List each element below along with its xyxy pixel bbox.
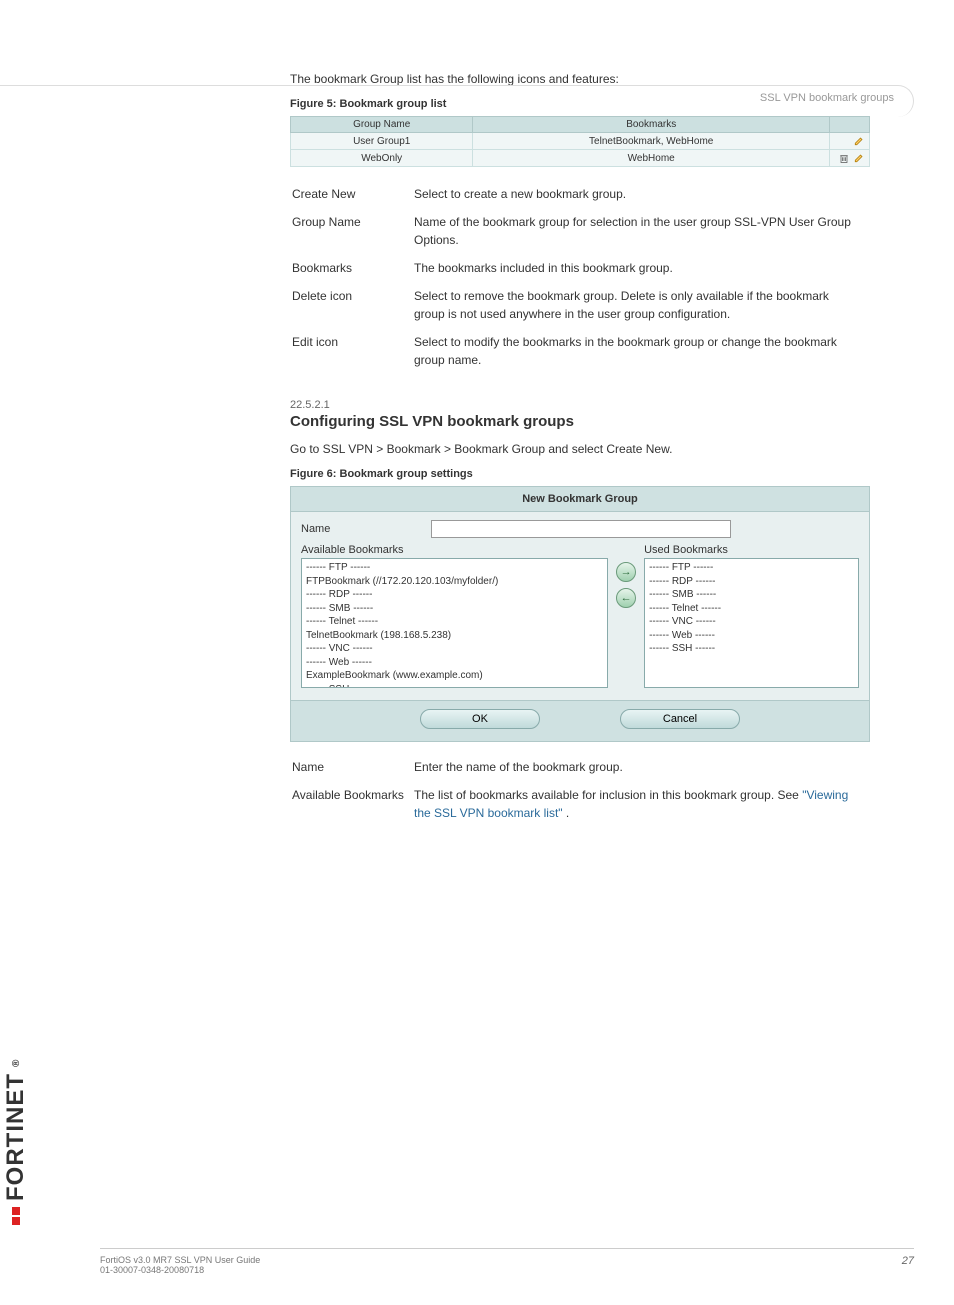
table-cell-group: User Group1 [291,133,473,150]
cancel-button[interactable]: Cancel [620,709,740,729]
list-item[interactable]: ------ Web ------ [649,629,854,643]
section-title: Configuring SSL VPN bookmark groups [290,413,870,430]
def-bookmarks-term: Bookmarks [292,255,412,281]
used-bookmarks-list[interactable]: ------ FTP ------------ RDP ------------… [644,558,859,688]
name-input[interactable] [431,520,731,538]
fortinet-logo-icon [12,1207,20,1225]
list-item[interactable]: TelnetBookmark (198.168.5.238) [306,629,603,643]
page-number: 27 [902,1255,914,1275]
header-breadcrumb: SSL VPN bookmark groups [760,92,894,104]
list-item[interactable]: FTPBookmark (//172.20.120.103/myfolder/) [306,575,603,589]
page-footer: FortiOS v3.0 MR7 SSL VPN User Guide 01-3… [100,1248,914,1275]
dialog-title: New Bookmark Group [291,487,869,512]
th-group-name: Group Name [291,117,473,133]
definitions-2: NameEnter the name of the bookmark group… [290,752,870,828]
def2-avail-term: Available Bookmarks [292,782,412,826]
table-cell-group: WebOnly [291,150,473,167]
list-item[interactable]: ------ SMB ------ [649,588,854,602]
def-groupname-term: Group Name [292,209,412,253]
bookmark-group-table: Group Name Bookmarks User Group1TelnetBo… [290,116,870,167]
def-edit-term: Edit icon [292,329,412,373]
def-edit-desc: Select to modify the bookmarks in the bo… [414,329,868,373]
th-bookmarks: Bookmarks [473,117,830,133]
list-item[interactable]: ------ SSH ------ [649,642,854,656]
def-delete-desc: Select to remove the bookmark group. Del… [414,283,868,327]
def2-avail-desc: The list of bookmarks available for incl… [414,782,868,826]
fortinet-brand: FORTINET® [2,1059,30,1225]
move-right-button[interactable]: → [616,562,636,582]
edit-icon[interactable] [853,153,865,164]
available-bookmarks-list[interactable]: ------ FTP ------FTPBookmark (//172.20.1… [301,558,608,688]
def2-name-term: Name [292,754,412,780]
def-create-desc: Select to create a new bookmark group. [414,181,868,207]
list-item[interactable]: ------ Telnet ------ [306,615,603,629]
ok-button[interactable]: OK [420,709,540,729]
section-number: 22.5.2.1 [290,399,870,411]
def-create-term: Create New [292,181,412,207]
def2-name-desc: Enter the name of the bookmark group. [414,754,868,780]
list-item[interactable]: ------ VNC ------ [306,642,603,656]
list-item[interactable]: ------ VNC ------ [649,615,854,629]
new-bookmark-group-dialog: New Bookmark Group Name Available Bookma… [290,486,870,742]
list-item[interactable]: ------ Web ------ [306,656,603,670]
list-item[interactable]: ------ FTP ------ [306,561,603,575]
def-groupname-desc: Name of the bookmark group for selection… [414,209,868,253]
list-item[interactable]: ------ RDP ------ [306,588,603,602]
list-item[interactable]: ------ SSH ------ [306,683,603,689]
delete-icon[interactable] [838,153,850,164]
def-delete-term: Delete icon [292,283,412,327]
table-cell-bookmarks: WebHome [473,150,830,167]
footer-docid: 01-30007-0348-20080718 [100,1265,260,1275]
list-item[interactable]: ------ SMB ------ [306,602,603,616]
available-bookmarks-label: Available Bookmarks [301,544,608,556]
move-left-button[interactable]: ← [616,588,636,608]
list-item[interactable]: ------ RDP ------ [649,575,854,589]
used-bookmarks-label: Used Bookmarks [644,544,859,556]
list-item[interactable]: ExampleBookmark (www.example.com) [306,669,603,683]
name-label: Name [301,523,431,535]
figure-6-caption: Figure 6: Bookmark group settings [290,468,870,480]
list-item[interactable]: ------ FTP ------ [649,561,854,575]
list-item[interactable]: ------ Telnet ------ [649,602,854,616]
definitions-1: Create NewSelect to create a new bookmar… [290,179,870,375]
nav-instruction: Go to SSL VPN > Bookmark > Bookmark Grou… [290,440,870,458]
edit-icon[interactable] [853,136,865,147]
table-cell-bookmarks: TelnetBookmark, WebHome [473,133,830,150]
def-bookmarks-desc: The bookmarks included in this bookmark … [414,255,868,281]
footer-title: FortiOS v3.0 MR7 SSL VPN User Guide [100,1255,260,1265]
